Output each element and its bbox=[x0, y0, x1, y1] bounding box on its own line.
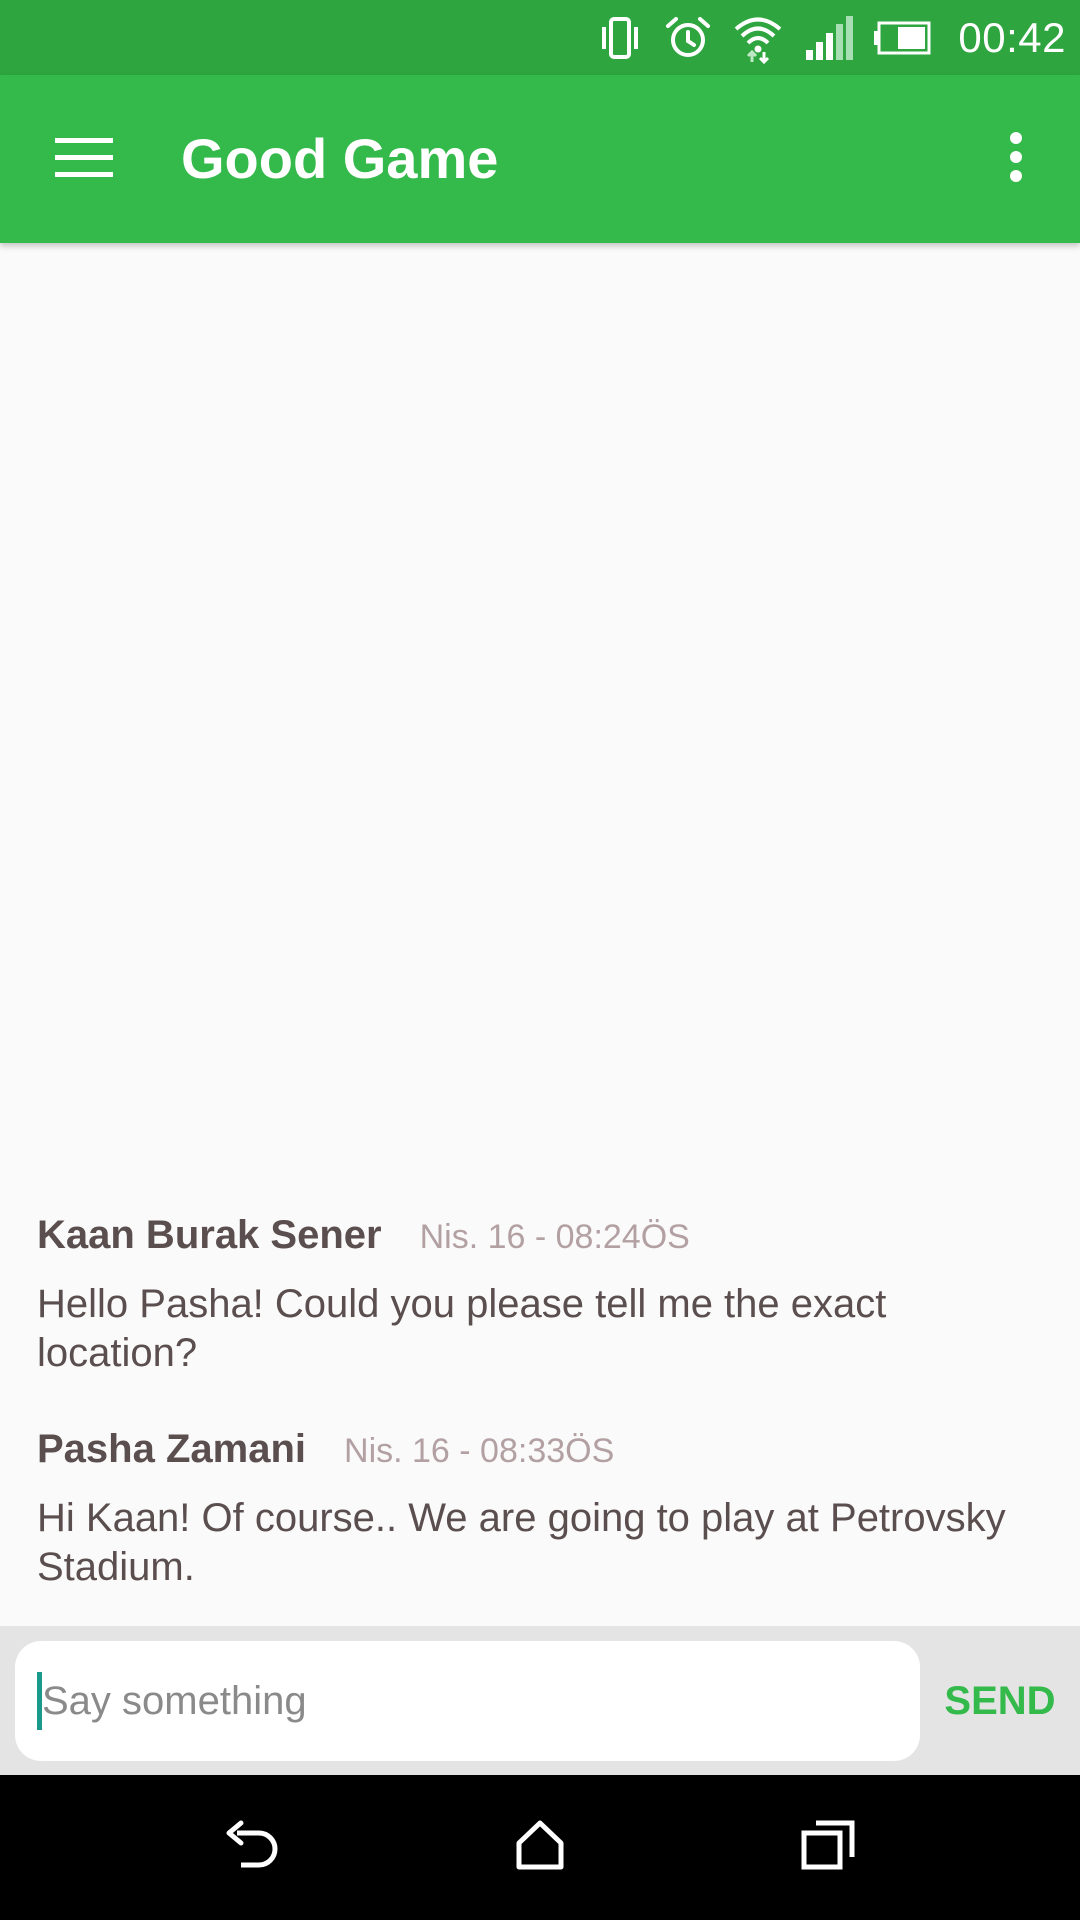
back-icon bbox=[225, 1819, 281, 1876]
overflow-menu-button[interactable] bbox=[976, 109, 1056, 209]
back-button[interactable] bbox=[203, 1797, 303, 1897]
battery-icon bbox=[874, 18, 932, 58]
wifi-icon bbox=[732, 12, 784, 64]
message-author: Kaan Burak Sener bbox=[37, 1213, 382, 1257]
composer-bar: SEND bbox=[0, 1626, 1080, 1775]
message-text: Hi Kaan! Of course.. We are going to pla… bbox=[37, 1496, 1006, 1589]
send-button[interactable]: SEND bbox=[930, 1641, 1070, 1761]
message-author: Pasha Zamani bbox=[37, 1427, 307, 1471]
home-icon bbox=[514, 1819, 566, 1876]
message-item: Kaan Burak Sener Nis. 16 - 08:24ÖS Hello… bbox=[37, 1213, 1047, 1378]
alarm-icon bbox=[664, 14, 712, 62]
signal-icon bbox=[804, 14, 854, 62]
status-icons: 00:42 bbox=[596, 0, 1066, 75]
vibrate-icon bbox=[596, 14, 644, 62]
more-vert-icon bbox=[1008, 131, 1024, 187]
status-bar: 00:42 bbox=[0, 0, 1080, 75]
message-timestamp: Nis. 16 - 08:24ÖS bbox=[419, 1218, 690, 1256]
message-input-container[interactable] bbox=[15, 1641, 920, 1761]
app-title: Good Game bbox=[181, 127, 499, 190]
home-button[interactable] bbox=[490, 1797, 590, 1897]
message-text: Hello Pasha! Could you please tell me th… bbox=[37, 1282, 887, 1375]
recents-button[interactable] bbox=[778, 1797, 878, 1897]
app-bar: Good Game bbox=[0, 75, 1080, 243]
navigation-bar bbox=[0, 1775, 1080, 1920]
screen: 00:42 Good Game Kaan Burak Sener Nis. 16… bbox=[0, 0, 1080, 1920]
status-time: 00:42 bbox=[958, 13, 1066, 61]
message-list[interactable]: Kaan Burak Sener Nis. 16 - 08:24ÖS Hello… bbox=[0, 243, 1080, 1626]
hamburger-menu-icon bbox=[55, 136, 113, 183]
message-header: Kaan Burak Sener Nis. 16 - 08:24ÖS bbox=[37, 1213, 1047, 1258]
message-timestamp: Nis. 16 - 08:33ÖS bbox=[344, 1432, 615, 1470]
message-item: Pasha Zamani Nis. 16 - 08:33ÖS Hi Kaan! … bbox=[37, 1427, 1047, 1592]
recents-icon bbox=[800, 1819, 856, 1876]
menu-button[interactable] bbox=[30, 109, 138, 209]
message-input[interactable] bbox=[42, 1678, 892, 1724]
message-header: Pasha Zamani Nis. 16 - 08:33ÖS bbox=[37, 1427, 1047, 1472]
